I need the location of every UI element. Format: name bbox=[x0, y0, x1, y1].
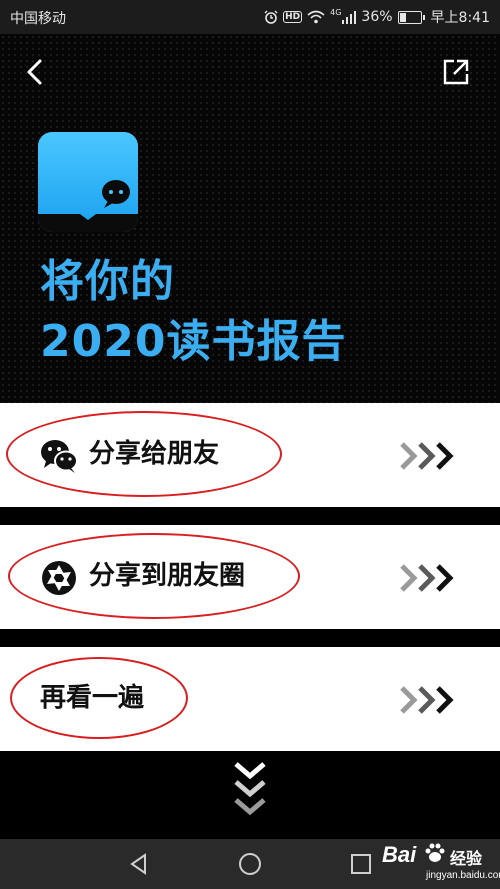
baidu-jingyan-watermark: Bai 经验 jingyan.baidu.com bbox=[382, 836, 500, 886]
alarm-icon bbox=[264, 10, 278, 24]
back-icon[interactable] bbox=[20, 56, 52, 88]
headline-line2: 2020读书报告 bbox=[40, 316, 347, 367]
moments-shutter-icon bbox=[42, 561, 76, 595]
app-logo bbox=[38, 132, 138, 232]
nav-home-icon[interactable] bbox=[238, 852, 262, 876]
nav-back-icon[interactable] bbox=[127, 852, 151, 876]
nav-recents-icon[interactable] bbox=[349, 852, 373, 876]
clock: 早上8:41 bbox=[430, 10, 490, 26]
watermark-cn: 经验 bbox=[450, 851, 483, 868]
signal-icon bbox=[342, 10, 357, 24]
share-to-moments-label: 分享到朋友圈 bbox=[89, 561, 246, 591]
wechat-icon bbox=[41, 440, 78, 473]
replay-button[interactable]: 再看一遍 bbox=[0, 647, 500, 751]
report-header: 将你的 2020读书报告 bbox=[0, 34, 500, 403]
status-icons: HD 4G 36% 早上8:41 bbox=[264, 7, 490, 27]
headline-line1: 将你的 bbox=[40, 256, 175, 307]
network-type: 4G bbox=[330, 7, 342, 17]
chevron-down-icon[interactable] bbox=[232, 760, 268, 820]
hd-badge: HD bbox=[283, 11, 303, 23]
battery-percent: 36% bbox=[361, 9, 393, 25]
battery-icon bbox=[397, 10, 425, 24]
report-headline: 将你的 2020读书报告 bbox=[40, 252, 346, 372]
share-to-friend-button[interactable]: 分享给朋友 bbox=[0, 403, 500, 507]
chevron-right-icon bbox=[400, 442, 454, 470]
carrier-name: 中国移动 bbox=[10, 11, 66, 27]
paw-icon bbox=[425, 843, 445, 862]
share-external-icon[interactable] bbox=[440, 56, 472, 88]
status-bar: 中国移动 HD 4G 36% 早上8:41 bbox=[0, 0, 500, 34]
battery-fill bbox=[399, 12, 406, 22]
replay-label: 再看一遍 bbox=[40, 683, 145, 713]
wifi-icon bbox=[307, 10, 325, 24]
chevron-right-icon bbox=[400, 686, 454, 714]
watermark-brand: Bai bbox=[382, 842, 417, 867]
share-to-friend-label: 分享给朋友 bbox=[89, 439, 220, 469]
watermark-url: jingyan.baidu.com bbox=[426, 870, 500, 881]
share-to-moments-button[interactable]: 分享到朋友圈 bbox=[0, 525, 500, 629]
chevron-right-icon bbox=[400, 564, 454, 592]
book-chat-icon bbox=[38, 180, 138, 232]
